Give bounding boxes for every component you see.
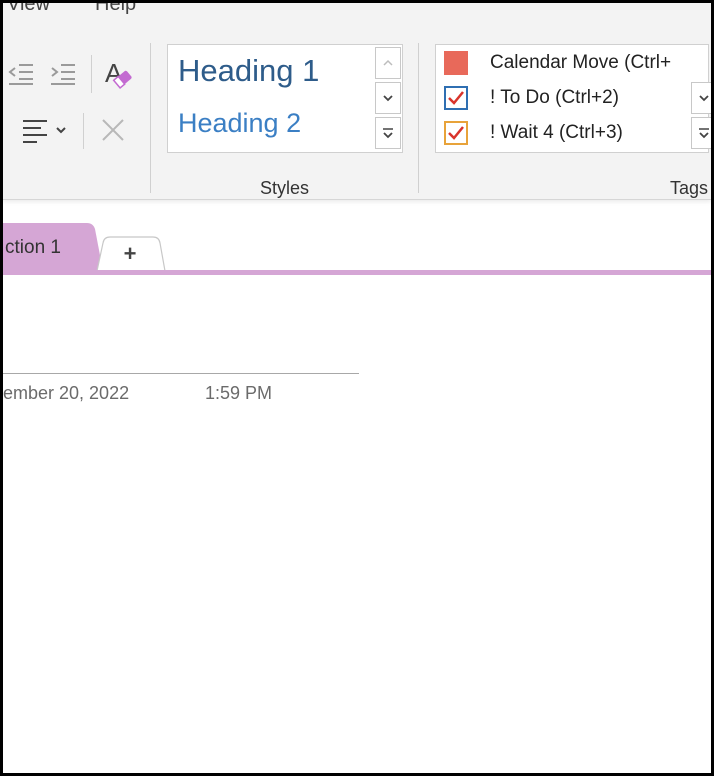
clear-formatting-button[interactable]: A: [99, 53, 139, 93]
tag-to-do[interactable]: ! To Do (Ctrl+2): [444, 84, 619, 112]
section-tabs-shape: [3, 223, 711, 275]
align-left-icon: [23, 120, 66, 143]
expand-gallery-icon: [383, 128, 393, 139]
style-heading-1[interactable]: Heading 1: [178, 53, 319, 89]
onenote-window: View Help A Heading 1 Heading 2 Styles C…: [0, 0, 714, 776]
outdent-icon: [8, 64, 33, 85]
section-tab-active[interactable]: ction 1: [5, 237, 61, 259]
group-separator: [418, 43, 419, 193]
tags-group-label: Tags: [670, 178, 709, 198]
chevron-up-icon: [383, 59, 393, 66]
menu-tab-help[interactable]: Help: [95, 3, 136, 16]
separator: [91, 55, 92, 93]
group-separator: [150, 43, 151, 193]
chevron-down-icon: [383, 95, 393, 102]
tags-scroll-down-button[interactable]: [691, 82, 711, 114]
tag-label: Calendar Move (Ctrl+: [490, 52, 672, 73]
tags-gallery: Calendar Move (Ctrl+ ! To Do (Ctrl+2) ! …: [435, 44, 711, 153]
red-square-icon: [444, 51, 468, 75]
page-date: ember 20, 2022: [3, 383, 130, 403]
tag-label: ! To Do (Ctrl+2): [490, 87, 619, 108]
title-underline: [3, 373, 359, 374]
style-heading-2[interactable]: Heading 2: [178, 108, 301, 139]
paragraph-alignment-button[interactable]: [15, 113, 73, 147]
decrease-indent-button[interactable]: [5, 57, 37, 89]
tag-calendar-move[interactable]: Calendar Move (Ctrl+: [444, 49, 671, 77]
checkbox-checked-orange-icon: [444, 121, 468, 145]
styles-scroll-down-button[interactable]: [375, 82, 401, 114]
expand-gallery-icon: [699, 128, 709, 139]
tag-wait[interactable]: ! Wait 4 (Ctrl+3): [444, 119, 623, 147]
chevron-down-icon: [699, 95, 709, 102]
increase-indent-button[interactable]: [47, 57, 79, 89]
add-section-button[interactable]: +: [113, 241, 147, 267]
checkbox-checked-icon: [444, 86, 468, 110]
page-time: 1:59 PM: [205, 383, 273, 403]
separator: [83, 113, 84, 149]
ribbon: View Help A Heading 1 Heading 2 Styles C…: [3, 3, 711, 200]
section-tab-strip: ction 1 +: [3, 219, 711, 275]
styles-gallery: Heading 1 Heading 2: [167, 44, 403, 153]
styles-group-label: Styles: [260, 178, 310, 198]
tag-label: ! Wait 4 (Ctrl+3): [490, 122, 623, 143]
indent-icon: [51, 64, 75, 85]
clear-formatting-icon: A: [105, 58, 132, 90]
page-canvas[interactable]: ember 20, 2022 1:59 PM: [3, 275, 711, 773]
tags-more-button[interactable]: [691, 117, 711, 149]
delete-button[interactable]: [97, 113, 129, 147]
styles-scroll-up-button[interactable]: [375, 47, 401, 79]
close-icon: [102, 119, 124, 141]
styles-more-button[interactable]: [375, 117, 401, 149]
menu-tab-view[interactable]: View: [7, 3, 50, 16]
